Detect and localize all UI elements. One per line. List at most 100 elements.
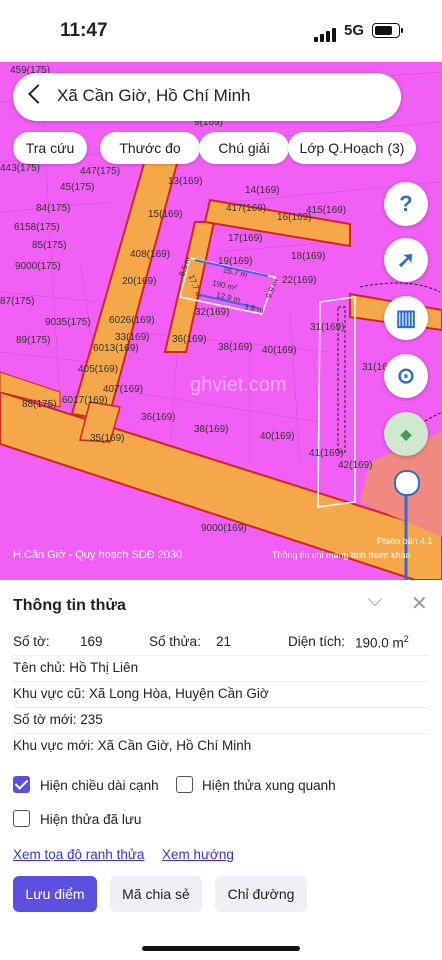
home-indicator (142, 946, 300, 951)
parcel-label: 6026(169) (109, 315, 155, 326)
parcel-label: 87(175) (0, 296, 35, 307)
dien-tich-unit-sup: 2 (403, 634, 409, 644)
checkbox-show-edge-length[interactable] (13, 776, 30, 793)
parcel-label: 88(175) (22, 399, 57, 410)
parcel-label: 33(169) (115, 332, 150, 343)
parcel-label: 45(175) (60, 182, 95, 193)
checkbox-label: Hiện chiều dài cạnh (40, 778, 159, 793)
parcel-label: 84(175) (36, 203, 71, 214)
network-type: 5G (344, 22, 365, 39)
map-layer-thumbnail[interactable]: ◆ (384, 412, 428, 456)
parcel-label: 20(169) (122, 276, 157, 287)
new-area-row: Khu vực mới: Xã Cần Giờ, Hồ Chí Minh (13, 738, 252, 753)
help-icon: ? (399, 191, 413, 216)
parcel-label: 405(169) (78, 364, 119, 375)
parcel-label: 32(169) (195, 307, 230, 318)
attribution-right: Thông tin chỉ mang tính tham khảo (272, 550, 411, 560)
so-thua-value: 21 (216, 634, 232, 649)
parcel-label: 9035(175) (45, 317, 91, 328)
signal-icon (314, 24, 338, 42)
attribution-version: Phiên bản 4.1 (377, 536, 433, 546)
new-sheet-row: Số tờ mới: 235 (13, 712, 103, 727)
parcel-label: 407(169) (103, 384, 144, 395)
view-direction-link[interactable]: Xem hướng (162, 847, 234, 862)
parcel-label: 42(169) (338, 460, 373, 471)
parcel-label: 38(169) (218, 342, 253, 353)
parcel-label: 6013(169) (93, 343, 139, 354)
sheet-number-row: Số tờ: 169 Số thửa: 21 Diện tích: 190.0 … (13, 634, 429, 651)
divider (13, 733, 429, 734)
panel-title: Thông tin thửa (13, 597, 126, 614)
parcel-label: 14(169) (245, 185, 280, 196)
compass-icon: ➚ (396, 247, 416, 272)
dien-tich-number: 190.0 m (355, 635, 404, 651)
map-view[interactable]: 459(175) 9(169) 443(175) 447(175) 13(169… (0, 62, 442, 580)
parcel-label: 89(175) (16, 335, 51, 346)
slider-handle[interactable] (394, 470, 420, 496)
checkmark-icon (14, 776, 29, 790)
parcel-label: 6017(169) (62, 395, 108, 406)
chip-planning-layer[interactable]: Lớp Q.Hoạch (3) (288, 132, 416, 164)
old-area-row: Khu vực cũ: Xã Long Hòa, Huyện Cần Giờ (13, 686, 269, 701)
parcel-label: 13(169) (168, 176, 203, 187)
chip-ruler[interactable]: Thước đo (100, 132, 200, 164)
barcode-button[interactable]: ▥ (384, 296, 428, 340)
directions-button[interactable]: Chỉ đường (215, 876, 307, 912)
search-bar[interactable]: Xã Cần Giờ, Hồ Chí Minh (13, 73, 401, 121)
parcel-label: 85(175) (32, 240, 67, 251)
parcel-label: 41(169) (309, 448, 344, 459)
locate-button[interactable]: ⊙ (384, 354, 428, 398)
clock: 11:47 (60, 20, 108, 41)
parcel-label: 443(175) (0, 163, 41, 174)
parcel-label: 6158(175) (14, 222, 60, 233)
chip-lookup[interactable]: Tra cứu (13, 132, 87, 164)
parcel-label: 36(169) (141, 412, 176, 423)
back-arrow-icon[interactable] (28, 84, 48, 104)
so-to-value: 169 (80, 634, 103, 649)
dien-tich-label: Diện tích: (288, 634, 346, 649)
parcel-label: 9000(175) (15, 261, 61, 272)
attribution-left: H.Cần Giờ - Quy hoạch SDĐ 2030 (13, 549, 183, 561)
dien-tich-value: 190.0 m2 (355, 634, 409, 651)
parcel-label: 9000(169) (201, 523, 247, 534)
share-code-button[interactable]: Mã chia sẻ (110, 876, 202, 912)
collapse-chevron-icon[interactable] (367, 591, 383, 607)
view-boundary-coords-link[interactable]: Xem tọa độ ranh thửa (13, 847, 144, 862)
checkbox-show-saved[interactable] (13, 810, 30, 827)
map-thumbnail-icon: ◆ (400, 426, 412, 442)
divider (13, 681, 429, 682)
chip-legend[interactable]: Chú giải (199, 132, 289, 164)
checkbox-label: Hiện thửa đã lưu (40, 812, 142, 827)
divider (13, 655, 429, 656)
parcel-label: 38(169) (194, 424, 229, 435)
parcel-info-panel: Thông tin thửa ✕ Số tờ: 169 Số thửa: 21 … (0, 580, 442, 960)
barcode-icon: ▥ (395, 305, 417, 330)
search-query[interactable]: Xã Cần Giờ, Hồ Chí Minh (57, 86, 251, 106)
parcel-label: 35(169) (90, 433, 125, 444)
parcel-label: 417(169) (226, 203, 267, 214)
parcel-label: 447(175) (80, 166, 121, 177)
owner-row: Tên chủ: Hồ Thị Liên (13, 660, 139, 675)
parcel-label: 408(169) (130, 249, 171, 260)
parcel-label: 36(169) (172, 334, 207, 345)
close-icon[interactable]: ✕ (411, 591, 428, 616)
parcel-label: 22(169) (282, 275, 317, 286)
watermark: ghviet.com (190, 374, 287, 396)
parcel-label: 40(169) (262, 345, 297, 356)
battery-icon (372, 23, 403, 38)
divider (13, 707, 429, 708)
parcel-label: 15(169) (148, 209, 183, 220)
save-point-button[interactable]: Lưu điểm (13, 876, 97, 912)
parcel-label: 17(169) (228, 233, 263, 244)
parcel-label: 16(169) (277, 212, 312, 223)
so-thua-label: Số thửa: (149, 634, 201, 649)
compass-button[interactable]: ➚ (384, 238, 428, 282)
locate-icon: ⊙ (396, 363, 416, 388)
status-bar: 11:47 5G (0, 0, 442, 62)
parcel-label: 18(169) (291, 251, 326, 262)
checkbox-label: Hiện thửa xung quanh (202, 778, 336, 793)
help-button[interactable]: ? (384, 182, 428, 226)
parcel-label: 31(169) (310, 322, 345, 333)
parcel-label: 40(169) (260, 431, 295, 442)
checkbox-show-neighbors[interactable] (176, 776, 193, 793)
